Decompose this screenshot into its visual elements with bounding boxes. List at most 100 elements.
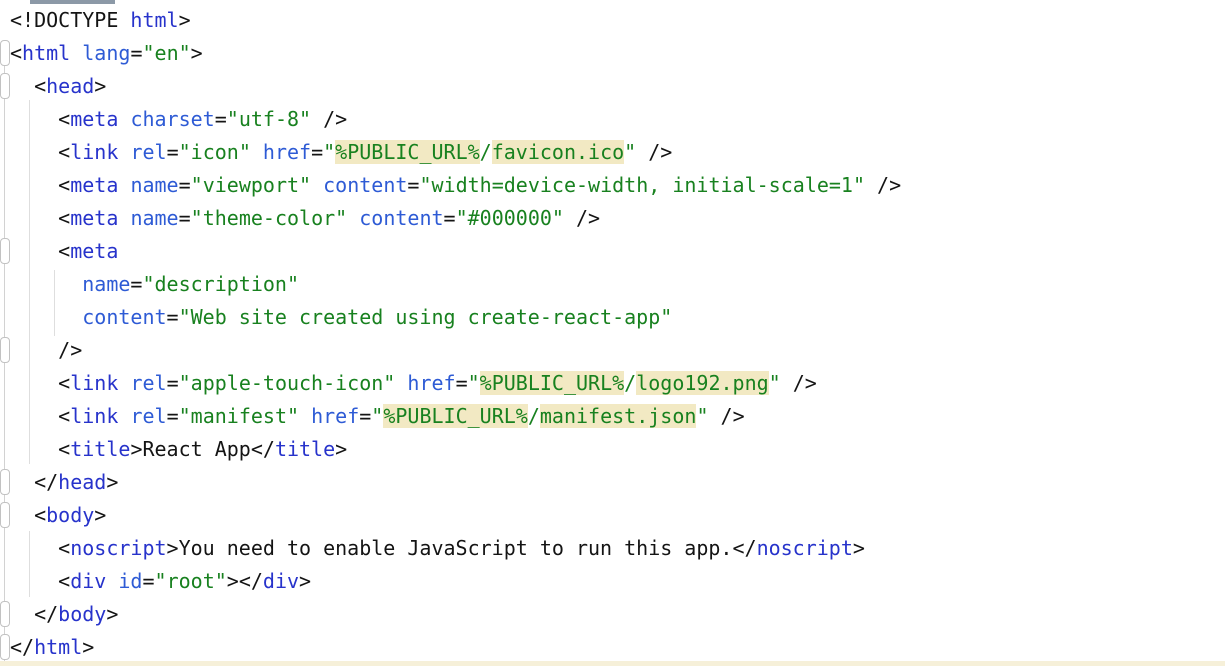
code-token: = [167, 305, 179, 329]
code-token: " [624, 140, 636, 164]
code-line[interactable]: <head> [10, 70, 1225, 103]
code-token: html [22, 41, 70, 65]
code-token: content [82, 305, 166, 329]
code-token: " [696, 404, 708, 428]
code-token: >You need to enable JavaScript to run th… [167, 536, 757, 560]
code-token: rel [130, 404, 166, 428]
code-token: > [191, 41, 203, 65]
horizontal-scrollbar-thumb[interactable] [30, 0, 115, 4]
code-token: content [359, 206, 443, 230]
code-token: < [10, 140, 70, 164]
code-line[interactable]: <html lang="en"> [10, 37, 1225, 70]
code-token: /> [10, 338, 82, 362]
code-line[interactable]: <link rel="icon" href="%PUBLIC_URL%/favi… [10, 136, 1225, 169]
code-line[interactable]: content="Web site created using create-r… [10, 301, 1225, 334]
code-editor[interactable]: <!DOCTYPE html><html lang="en"> <head> <… [0, 0, 1225, 666]
code-token: > [82, 635, 94, 659]
code-token: < [10, 536, 70, 560]
code-token [311, 173, 323, 197]
code-token: meta [70, 107, 118, 131]
code-token: head [58, 470, 106, 494]
code-token: favicon.ico [492, 140, 624, 164]
bottom-highlight-band [0, 661, 1225, 666]
code-token: href [311, 404, 359, 428]
code-line[interactable]: <meta name="theme-color" content="#00000… [10, 202, 1225, 235]
fold-toggle-marker[interactable] [0, 73, 10, 99]
code-token: name [82, 272, 130, 296]
code-token: "#000000" [456, 206, 564, 230]
code-token: > [94, 74, 106, 98]
code-line[interactable]: <link rel="apple-touch-icon" href="%PUBL… [10, 367, 1225, 400]
code-line[interactable]: <title>React App</title> [10, 433, 1225, 466]
code-token: "viewport" [191, 173, 311, 197]
code-line[interactable]: /> [10, 334, 1225, 367]
code-line[interactable]: <meta name="viewport" content="width=dev… [10, 169, 1225, 202]
code-token: href [263, 140, 311, 164]
code-token: name [130, 206, 178, 230]
code-token: %PUBLIC_URL% [335, 140, 480, 164]
fold-toggle-marker[interactable] [0, 601, 10, 627]
code-token: html [34, 635, 82, 659]
code-token: title [275, 437, 335, 461]
code-token: = [130, 272, 142, 296]
code-token [395, 371, 407, 395]
code-line[interactable]: name="description" [10, 268, 1225, 301]
code-token: < [10, 239, 70, 263]
code-token: = [179, 173, 191, 197]
code-token: content [323, 173, 407, 197]
code-token: = [167, 140, 179, 164]
code-token: >React App</ [130, 437, 275, 461]
code-token: link [70, 140, 118, 164]
code-token: < [10, 437, 70, 461]
code-line[interactable]: <meta [10, 235, 1225, 268]
code-token [118, 173, 130, 197]
code-token: = [215, 107, 227, 131]
code-token: head [46, 74, 94, 98]
code-line[interactable]: <meta charset="utf-8" /> [10, 103, 1225, 136]
code-token: "Web site created using create-react-app… [179, 305, 673, 329]
code-token: link [70, 371, 118, 395]
fold-toggle-marker[interactable] [0, 634, 10, 660]
code-token: name [130, 173, 178, 197]
code-line[interactable]: <!DOCTYPE html> [10, 4, 1225, 37]
code-token: "theme-color" [191, 206, 348, 230]
code-token: " [371, 404, 383, 428]
code-line[interactable]: <div id="root"></div> [10, 565, 1225, 598]
code-token: link [70, 404, 118, 428]
code-token: < [10, 569, 70, 593]
fold-toggle-marker[interactable] [0, 40, 10, 66]
code-token: logo192.png [636, 371, 768, 395]
code-token: / [528, 404, 540, 428]
fold-toggle-marker[interactable] [0, 469, 10, 495]
fold-toggle-marker[interactable] [0, 502, 10, 528]
code-token: meta [70, 173, 118, 197]
code-line[interactable]: </html> [10, 631, 1225, 664]
fold-toggle-marker[interactable] [0, 337, 10, 363]
code-token: < [10, 404, 70, 428]
horizontal-scrollbar-track[interactable] [0, 0, 1225, 5]
code-line[interactable]: </head> [10, 466, 1225, 499]
code-token: " [468, 371, 480, 395]
code-token: "utf-8" [227, 107, 311, 131]
code-token [10, 305, 82, 329]
code-token: </ [10, 470, 58, 494]
code-token: %PUBLIC_URL% [480, 371, 625, 395]
code-token: /> [636, 140, 672, 164]
code-token: = [167, 371, 179, 395]
code-token [118, 404, 130, 428]
code-token: < [10, 371, 70, 395]
code-line[interactable]: </body> [10, 598, 1225, 631]
code-token: manifest.json [540, 404, 697, 428]
code-text-area[interactable]: <!DOCTYPE html><html lang="en"> <head> <… [0, 0, 1225, 666]
code-line[interactable]: <link rel="manifest" href="%PUBLIC_URL%/… [10, 400, 1225, 433]
code-token [118, 107, 130, 131]
code-token: rel [130, 140, 166, 164]
code-token: " [323, 140, 335, 164]
code-line[interactable]: < noscript>You need to enable JavaScript … [10, 532, 1225, 565]
code-token: title [70, 437, 130, 461]
fold-toggle-marker[interactable] [0, 238, 10, 264]
code-token: /> [708, 404, 744, 428]
code-token: noscript [757, 536, 853, 560]
code-line[interactable]: <body> [10, 499, 1225, 532]
code-token [347, 206, 359, 230]
